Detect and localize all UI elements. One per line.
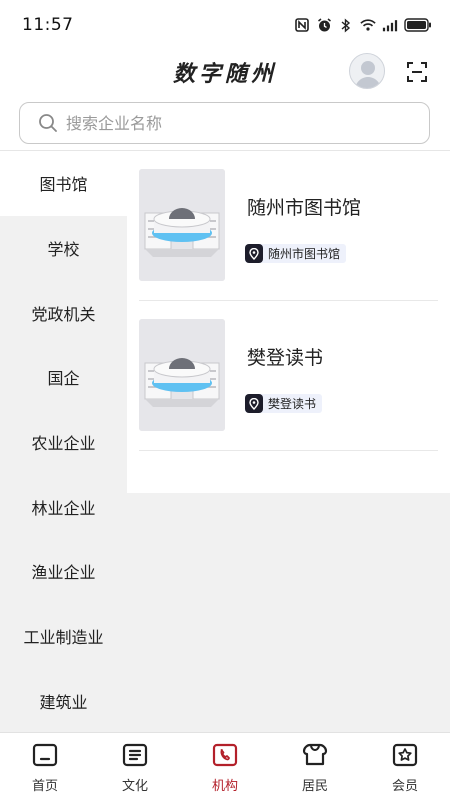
institution-icon	[211, 741, 239, 769]
category-item-forestry[interactable]: 林业企业	[0, 474, 127, 539]
institution-name: 樊登读书	[247, 347, 324, 369]
home-icon	[31, 741, 59, 769]
avatar-icon[interactable]	[349, 53, 385, 89]
search-bar[interactable]	[19, 102, 430, 144]
status-bar: 11:57	[0, 0, 450, 50]
category-sidebar: 图书馆 学校 党政机关 国企 农业企业 林业企业 渔业企业 工业制造业 建筑业	[0, 151, 127, 733]
nfc-icon	[294, 17, 310, 33]
category-item-government[interactable]: 党政机关	[0, 280, 127, 345]
location-pin-icon	[245, 244, 263, 263]
institution-tag: 樊登读书	[245, 394, 323, 413]
institution-list: 随州市图书馆 随州市图书馆 樊登读书 樊登读书	[127, 151, 450, 493]
tab-label: 居民	[301, 779, 328, 794]
institution-tag: 随州市图书馆	[245, 244, 347, 263]
app-header: 数字随州	[0, 50, 450, 96]
member-icon	[391, 741, 419, 769]
search-input[interactable]	[66, 113, 386, 133]
tab-label: 机构	[211, 779, 238, 794]
tab-culture[interactable]: 文化	[90, 733, 180, 800]
bluetooth-icon	[338, 17, 354, 33]
main-content: 图书馆 学校 党政机关 国企 农业企业 林业企业 渔业企业 工业制造业 建筑业	[0, 150, 450, 732]
tab-label: 文化	[121, 779, 148, 794]
institution-tag-label: 樊登读书	[268, 397, 317, 411]
culture-icon	[121, 741, 149, 769]
category-item-state-owned[interactable]: 国企	[0, 345, 127, 410]
tab-member[interactable]: 会员	[360, 733, 450, 800]
tab-label: 首页	[31, 779, 58, 794]
location-pin-icon	[245, 394, 263, 413]
battery-icon	[404, 17, 432, 33]
tab-institution[interactable]: 机构	[180, 733, 270, 800]
category-item-agriculture[interactable]: 农业企业	[0, 410, 127, 475]
institution-card[interactable]: 随州市图书馆 随州市图书馆	[139, 151, 438, 301]
residents-icon	[301, 741, 329, 769]
tab-residents[interactable]: 居民	[270, 733, 360, 800]
category-item-construction[interactable]: 建筑业	[0, 669, 127, 734]
tab-home[interactable]: 首页	[0, 733, 90, 800]
status-icons	[294, 17, 432, 33]
wifi-icon	[360, 17, 376, 33]
bottom-tab-bar: 首页 文化 机构 居民 会员	[0, 732, 450, 800]
alarm-icon	[316, 17, 332, 33]
category-item-manufacturing[interactable]: 工业制造业	[0, 604, 127, 669]
institution-tag-label: 随州市图书馆	[268, 247, 341, 261]
category-item-school[interactable]: 学校	[0, 216, 127, 281]
category-item-library[interactable]: 图书馆	[0, 151, 127, 216]
category-item-fishery[interactable]: 渔业企业	[0, 539, 127, 604]
status-time: 11:57	[22, 15, 74, 35]
institution-name: 随州市图书馆	[247, 197, 362, 219]
signal-icon	[382, 17, 398, 33]
scan-icon[interactable]	[405, 60, 429, 84]
institution-card[interactable]: 樊登读书 樊登读书	[139, 301, 438, 451]
tab-label: 会员	[391, 779, 418, 794]
library-building-image	[139, 169, 225, 281]
search-icon	[38, 113, 58, 133]
library-building-image	[139, 319, 225, 431]
